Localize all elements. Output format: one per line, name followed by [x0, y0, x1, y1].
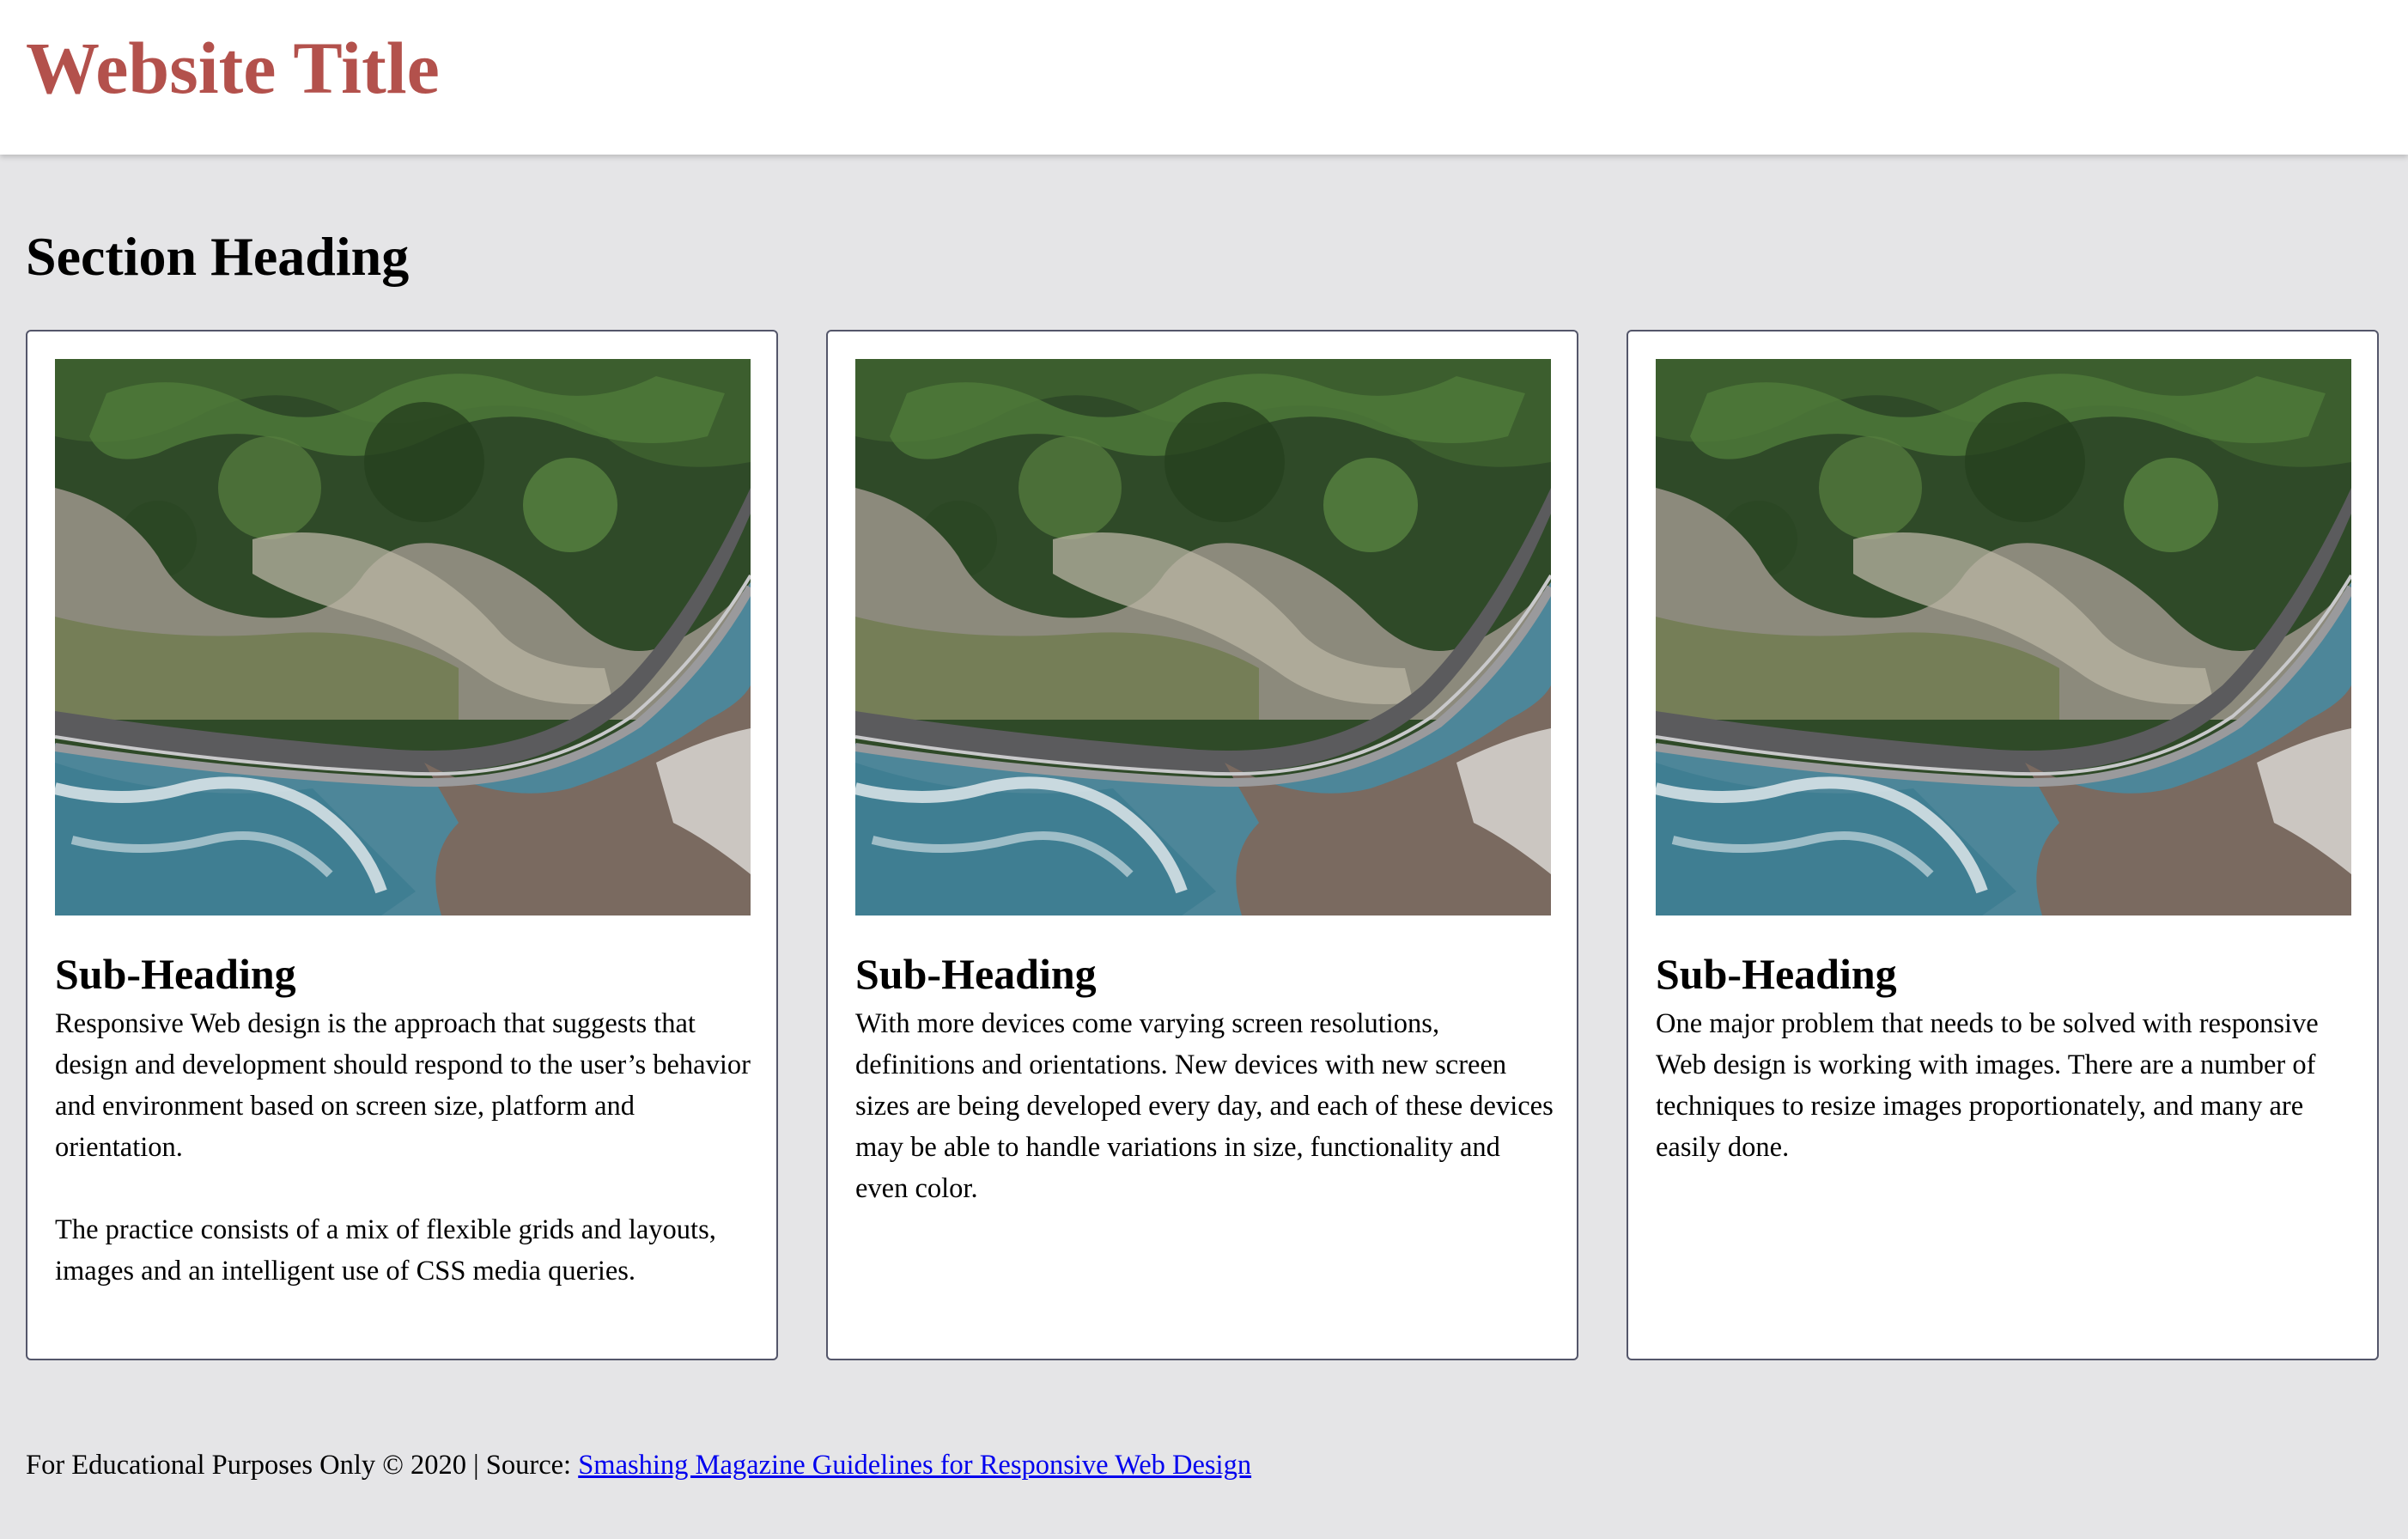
- card-1: Sub-Heading Responsive Web design is the…: [26, 330, 778, 1360]
- card-3: Sub-Heading One major problem that needs…: [1627, 330, 2379, 1360]
- card-paragraph: Responsive Web design is the approach th…: [55, 1008, 751, 1163]
- card-paragraph: With more devices come varying screen re…: [855, 1008, 1554, 1204]
- coastal-road-image: [55, 359, 751, 915]
- source-link[interactable]: Smashing Magazine Guidelines for Respons…: [578, 1450, 1251, 1481]
- card-body: One major problem that needs to be solve…: [1656, 1003, 2360, 1209]
- card-sub-heading: Sub-Heading: [855, 950, 1097, 998]
- card-body: Responsive Web design is the approach th…: [55, 1003, 759, 1333]
- footer-text: For Educational Purposes Only © 2020 | S…: [26, 1450, 579, 1481]
- card-sub-heading: Sub-Heading: [55, 950, 296, 998]
- card-body: With more devices come varying screen re…: [855, 1003, 1560, 1250]
- card-paragraph: One major problem that needs to be solve…: [1656, 1008, 2319, 1163]
- section-heading: Section Heading: [26, 226, 410, 287]
- site-header: Website Title: [0, 0, 2408, 155]
- site-title: Website Title: [26, 27, 440, 109]
- card-sub-heading: Sub-Heading: [1656, 950, 1897, 998]
- card-paragraph: The practice consists of a mix of flexib…: [55, 1214, 716, 1287]
- footer: For Educational Purposes Only © 2020 | S…: [26, 1445, 1251, 1486]
- coastal-road-image: [1656, 359, 2351, 915]
- coastal-road-image: [855, 359, 1551, 915]
- card-2: Sub-Heading With more devices come varyi…: [826, 330, 1578, 1360]
